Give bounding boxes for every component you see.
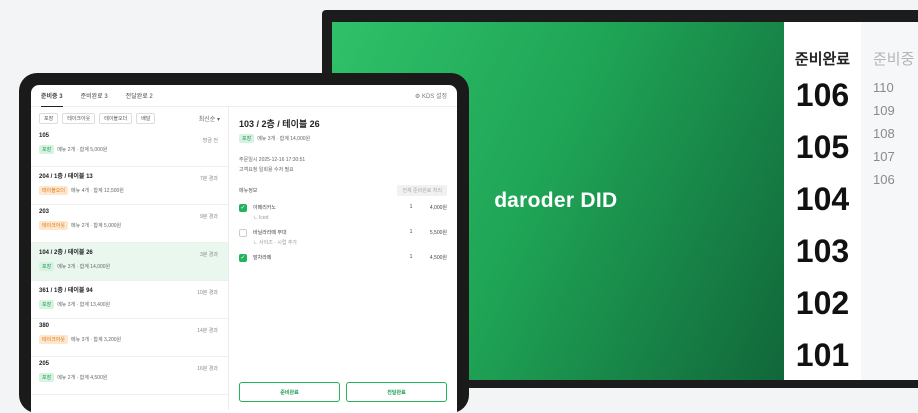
preparing-number: 110	[873, 80, 894, 95]
menu-item: 바닐라라떼 무대 ㄴ 사이즈 · 시럽 추가 1 5,500원	[239, 229, 447, 246]
preparing-column-heading: 준비중	[873, 51, 915, 68]
tab-preparing[interactable]: 준비중 3	[41, 85, 63, 107]
menu-item-option: ㄴ Iced	[253, 215, 269, 221]
order-type-badge: 포장	[39, 373, 55, 382]
kds-screen: 준비중 3 준비완료 3 전달완료 2 ⚙ KDS 설정 포장 테이크아웃 테이…	[31, 85, 457, 413]
order-row[interactable]: 380 14분 경과 테이크아웃 메뉴 3개 · 합계 3,200원	[31, 319, 228, 357]
baroder-did-logo: baroder DID	[494, 189, 618, 212]
mark-delivered-button[interactable]: 전달완료	[346, 382, 447, 402]
order-filter-bar: 포장 테이크아웃 테이블오더 배달 최신순 ▾	[31, 107, 228, 129]
order-summary: 메뉴 2개 · 합계 5,000원	[71, 223, 122, 229]
order-row[interactable]: 203 9분 경과 테이크아웃 메뉴 2개 · 합계 5,000원	[31, 205, 228, 243]
tab-ready[interactable]: 준비완료 3	[81, 85, 108, 106]
menu-item-name: 아메리카노	[253, 205, 277, 211]
order-elapsed: 방금 전	[202, 138, 218, 144]
order-row[interactable]: 204 / 1층 / 테이블 13 7분 경과 테이블오더 메뉴 4개 · 합계 …	[31, 167, 228, 205]
order-list: 포장 테이크아웃 테이블오더 배달 최신순 ▾ 105 방금 전 포장 메뉴 2개…	[31, 107, 229, 410]
order-row[interactable]: 361 / 1층 / 테이블 94 10분 경과 포장 메뉴 3개 · 합계 13…	[31, 281, 228, 319]
order-type-badge: 테이블오더	[39, 186, 69, 195]
order-type-badge: 포장	[39, 145, 55, 154]
checkbox-checked-icon[interactable]: ✓	[239, 204, 247, 212]
tab-delivered[interactable]: 전달완료 2	[126, 85, 153, 106]
ready-number: 104	[795, 181, 850, 217]
order-type-badge: 포장	[39, 300, 55, 309]
order-detail-panel: 103 / 2층 / 테이블 26 포장 메뉴 3개 · 합계 14,000원 주…	[229, 107, 457, 410]
ready-column: 준비완료 106 105 104 103 102 101	[784, 22, 861, 380]
menu-item-qty: 1	[409, 204, 413, 210]
order-row[interactable]: 105 방금 전 포장 메뉴 2개 · 합계 5,000원	[31, 129, 228, 167]
preparing-number: 106	[873, 172, 895, 187]
order-summary: 메뉴 2개 · 합계 5,000원	[57, 147, 108, 153]
order-title: 361 / 1층 / 테이블 94	[39, 288, 93, 294]
order-type-badge: 포장	[39, 262, 55, 271]
order-elapsed: 14분 경과	[197, 328, 218, 334]
filter-chip[interactable]: 배달	[136, 112, 156, 124]
detail-info: 주문일시 2025-12-16 17:30:51 고객요청 일회용 수저 필요	[239, 155, 447, 175]
ready-column-heading: 준비완료	[794, 51, 851, 68]
filter-chip[interactable]: 테이블오더	[99, 112, 133, 124]
menu-item-price: 4,000원	[429, 205, 447, 211]
order-elapsed: 10분 경과	[197, 290, 218, 296]
detail-order-time: 주문일시 2025-12-16 17:30:51	[239, 157, 306, 163]
ready-number: 102	[795, 285, 850, 321]
preparing-number: 108	[873, 126, 895, 141]
order-title: 203	[39, 209, 50, 215]
menu-item-qty: 1	[409, 254, 413, 260]
kds-tablet: 준비중 3 준비완료 3 전달완료 2 ⚙ KDS 설정 포장 테이크아웃 테이…	[19, 73, 469, 413]
menu-item-price: 5,500원	[429, 230, 447, 236]
detail-type-badge: 포장	[239, 134, 255, 143]
menu-item-name: 바닐라라떼 무대	[253, 230, 287, 236]
ready-number: 105	[795, 129, 850, 165]
menu-item-qty: 1	[409, 229, 413, 235]
order-elapsed: 3분 경과	[200, 252, 218, 258]
menu-item-price: 4,500원	[429, 255, 447, 261]
menu-item-name: 말차라떼	[253, 255, 272, 261]
order-summary: 메뉴 4개 · 합계 12,500원	[71, 188, 124, 194]
order-row-selected[interactable]: 104 / 2층 / 테이블 26 3분 경과 포장 메뉴 3개 · 합계 14,…	[31, 243, 228, 281]
order-elapsed: 16분 경과	[197, 366, 218, 372]
checkbox-checked-icon[interactable]: ✓	[239, 254, 247, 262]
menu-item-option: ㄴ 사이즈 · 시럽 추가	[253, 240, 298, 246]
menu-section-heading: 메뉴정보	[239, 188, 258, 194]
menu-item: ✓ 말차라떼 1 4,500원	[239, 254, 447, 262]
order-title: 204 / 1층 / 테이블 13	[39, 174, 93, 180]
order-summary: 메뉴 2개 · 합계 4,500원	[57, 375, 108, 381]
kds-settings-button[interactable]: ⚙ KDS 설정	[415, 91, 447, 100]
order-status-board: 준비완료 106 105 104 103 102 101 준비중 110 109…	[784, 22, 918, 380]
mark-ready-button[interactable]: 준비완료	[239, 382, 340, 402]
kds-tab-bar: 준비중 3 준비완료 3 전달완료 2 ⚙ KDS 설정	[31, 85, 457, 107]
all-ready-button[interactable]: 전체 준비완료 처리	[397, 185, 447, 196]
preparing-number: 107	[873, 149, 895, 164]
order-summary: 메뉴 3개 · 합계 3,200원	[71, 337, 122, 343]
ready-number: 106	[795, 77, 850, 113]
order-summary: 메뉴 3개 · 합계 13,400원	[57, 302, 111, 308]
menu-item: ✓ 아메리카노 ㄴ Iced 1 4,000원	[239, 204, 447, 221]
order-elapsed: 9분 경과	[200, 214, 218, 220]
detail-title: 103 / 2층 / 테이블 26	[239, 119, 320, 129]
order-title: 380	[39, 323, 50, 329]
ready-number: 103	[795, 233, 850, 269]
order-elapsed: 7분 경과	[200, 176, 218, 182]
detail-summary: 메뉴 3개 · 합계 14,000원	[257, 136, 311, 142]
filter-chip[interactable]: 포장	[39, 112, 59, 124]
order-row[interactable]: 205 16분 경과 포장 메뉴 2개 · 합계 4,500원	[31, 357, 228, 395]
filter-chip[interactable]: 테이크아웃	[62, 112, 96, 124]
order-title: 105	[39, 133, 50, 139]
order-type-badge: 테이크아웃	[39, 335, 69, 344]
sort-dropdown[interactable]: 최신순 ▾	[199, 114, 220, 123]
order-title: 104 / 2층 / 테이블 26	[39, 250, 93, 256]
preparing-column: 준비중 110 109 108 107 106	[861, 22, 918, 380]
order-type-badge: 테이크아웃	[39, 221, 69, 230]
order-summary: 메뉴 3개 · 합계 14,000원	[57, 264, 111, 270]
detail-request: 고객요청 일회용 수저 필요	[239, 167, 294, 173]
ready-number: 101	[795, 337, 850, 373]
order-title: 205	[39, 361, 50, 367]
preparing-number: 109	[873, 103, 895, 118]
checkbox-unchecked-icon[interactable]	[239, 229, 247, 237]
